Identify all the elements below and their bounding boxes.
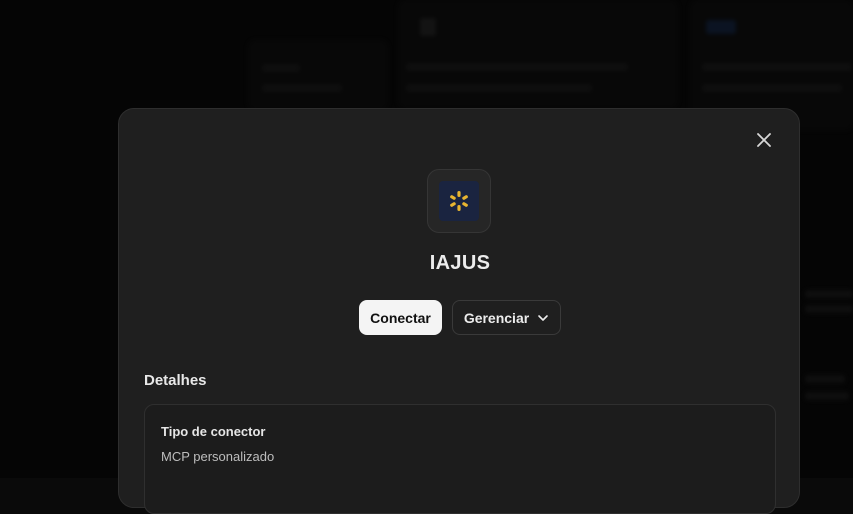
connector-title: IAJUS (119, 252, 801, 275)
close-button[interactable] (753, 129, 775, 151)
manage-button-label: Gerenciar (464, 310, 529, 326)
details-card: Tipo de conector MCP personalizado (144, 404, 776, 514)
details-heading: Detalhes (144, 372, 207, 389)
connect-button-label: Conectar (370, 310, 431, 326)
chevron-down-icon (537, 312, 549, 324)
connector-type-value: MCP personalizado (161, 449, 274, 464)
manage-dropdown-button[interactable]: Gerenciar (452, 300, 561, 335)
connector-logo-icon (447, 189, 471, 213)
close-icon (757, 133, 771, 147)
connect-button[interactable]: Conectar (359, 300, 442, 335)
connector-logo (427, 169, 491, 233)
connector-type-label: Tipo de conector (161, 424, 266, 439)
connector-modal: IAJUS Conectar Gerenciar Detalhes Tipo d… (118, 108, 800, 508)
connector-logo-inner (439, 181, 479, 221)
